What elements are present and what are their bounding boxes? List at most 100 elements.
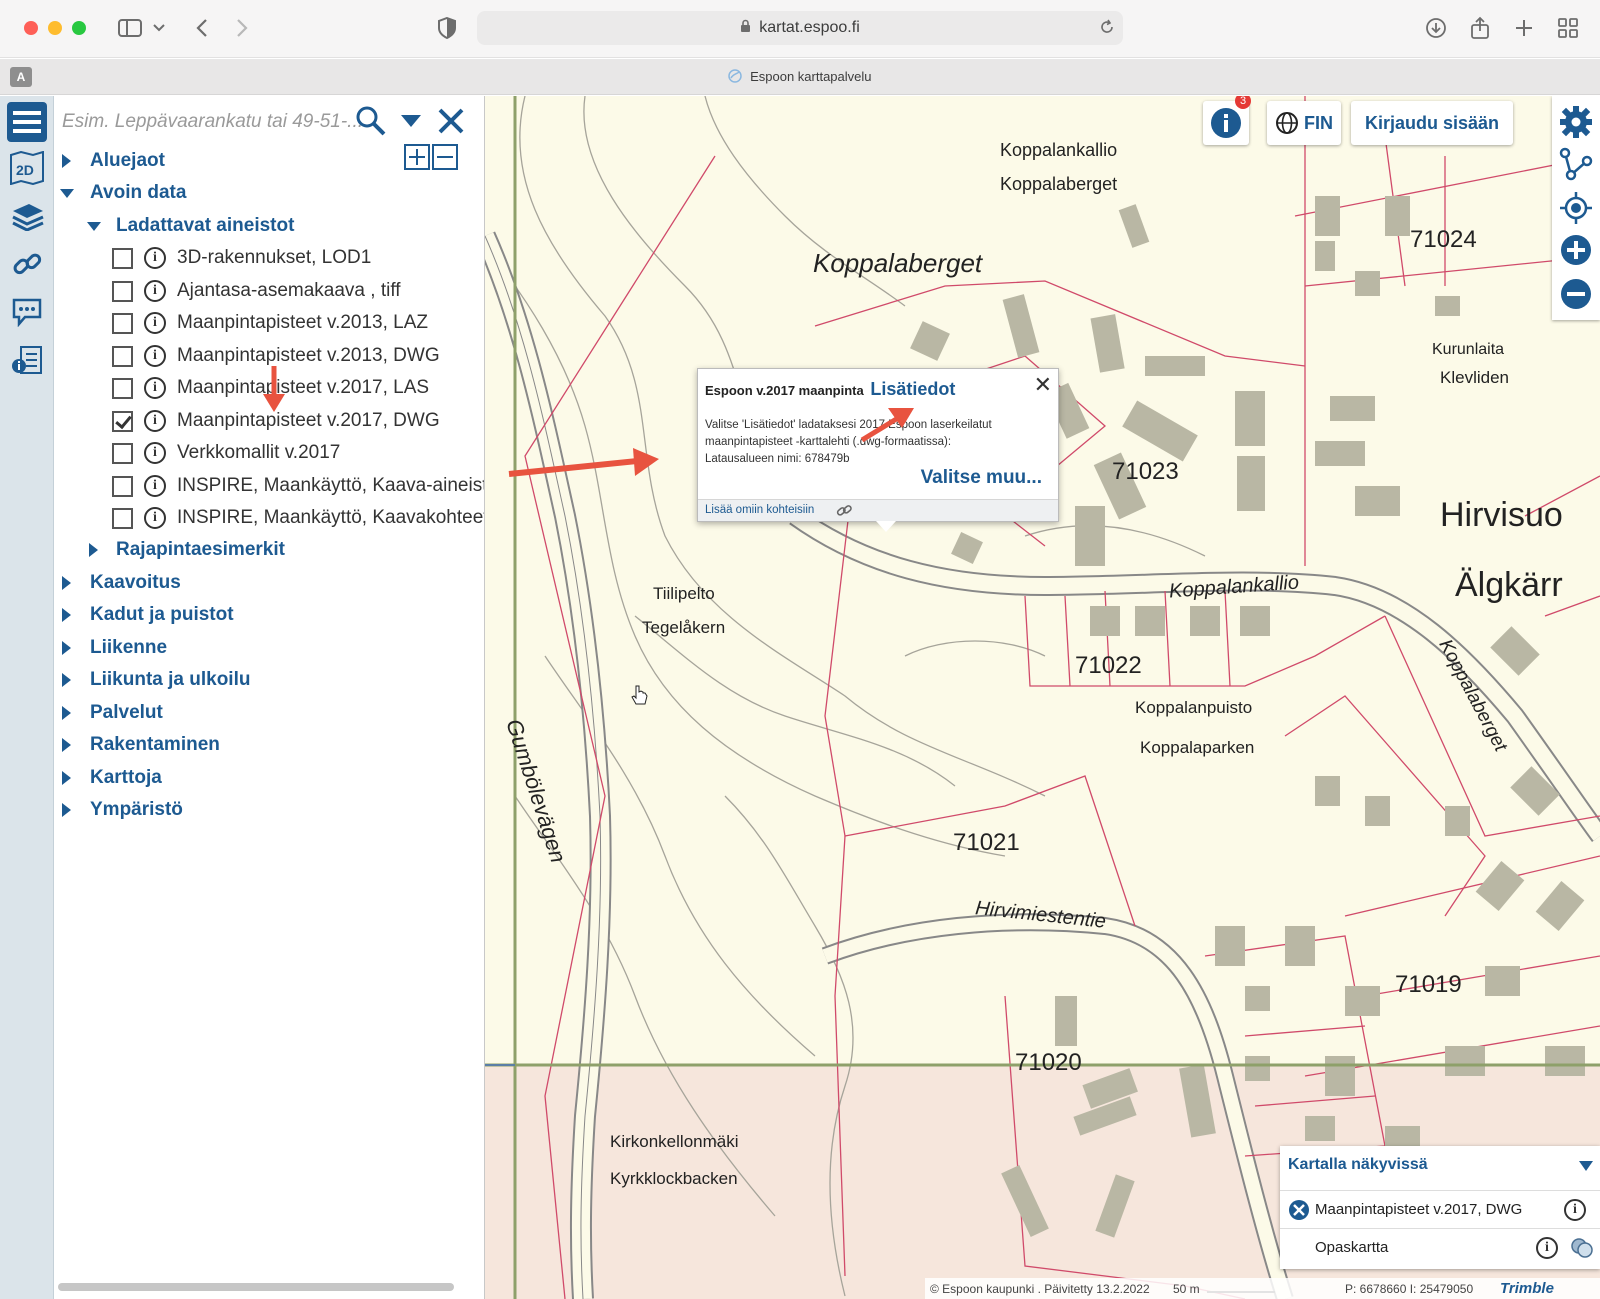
map-base-drawing [485,96,1600,1299]
annotation-arrow [860,408,914,443]
info-icon[interactable]: i [144,345,166,367]
layer-checkbox-checked[interactable] [112,410,133,432]
tab-overview-icon[interactable] [1556,14,1580,42]
info-icon[interactable]: i [144,410,166,432]
map-label: 71022 [1075,652,1142,679]
login-button[interactable]: Kirjaudu sisään [1351,101,1513,145]
visible-layer-label: Opaskartta [1315,1239,1389,1256]
coordinates-text: P: 6678660 I: 25479050 [1345,1282,1474,1296]
close-icon[interactable] [434,104,468,138]
layer-checkbox[interactable] [112,312,133,334]
legend-info-icon[interactable] [7,340,47,380]
chevron-down-icon[interactable] [150,14,168,42]
active-tab[interactable]: Espoon karttapalvelu [0,69,1600,86]
group-kadut-ja-puistot[interactable]: Kadut ja puistot [62,599,234,631]
more-info-link[interactable]: Lisätiedot [870,379,955,399]
search-input[interactable] [62,106,362,138]
layers-icon[interactable] [7,196,47,236]
layer-row[interactable]: i INSPIRE, Maankäyttö, Kaavakohteet [112,502,484,534]
info-button[interactable]: 3 [1203,96,1251,145]
share-icon[interactable] [1468,14,1492,42]
shield-icon[interactable] [436,14,458,42]
scale-text: 50 m [1173,1282,1200,1296]
subgroup-ladattavat-aineistot[interactable]: Ladattavat aineistot [87,210,294,242]
layer-checkbox[interactable] [112,377,133,399]
zoom-out-icon[interactable] [1558,276,1594,312]
forward-icon[interactable] [232,14,252,42]
info-icon[interactable]: i [144,312,166,334]
feedback-icon[interactable] [7,292,47,332]
caret-down-icon [60,188,74,198]
collapse-all-icon[interactable] [432,144,458,170]
layer-checkbox[interactable] [112,280,133,302]
map-label: Kurunlaita [1432,341,1505,358]
info-icon[interactable]: i [144,442,166,464]
caret-right-icon [62,706,71,720]
layer-checkbox[interactable] [112,247,133,269]
group-rakentaminen[interactable]: Rakentaminen [62,729,220,761]
group-label: Aluejaot [90,150,165,171]
download-icon[interactable] [1424,14,1448,42]
layer-checkbox[interactable] [112,345,133,367]
group-liikunta-ja-ulkoilu[interactable]: Liikunta ja ulkoilu [62,664,250,696]
group-avoin-data[interactable]: Avoin data [60,177,186,209]
back-icon[interactable] [192,14,212,42]
horizontal-scrollbar[interactable] [58,1283,454,1291]
add-to-favorites-link[interactable]: Lisää omiin kohteisiin [705,504,814,516]
link-icon[interactable] [7,244,47,284]
remove-layer-icon[interactable] [1288,1199,1310,1221]
link-icon[interactable] [836,504,852,518]
info-icon[interactable]: i [1564,1198,1586,1221]
address-bar[interactable]: kartat.espoo.fi [477,11,1123,45]
info-icon[interactable]: i [144,475,166,497]
menu-icon[interactable] [7,102,47,142]
layer-row[interactable]: i Maanpintapisteet v.2013, LAZ [112,307,428,339]
close-window-button[interactable] [24,21,38,35]
sidebar-toggle-icon[interactable] [116,14,144,42]
caret-right-icon [89,543,98,557]
layer-row[interactable]: i INSPIRE, Maankäyttö, Kaava-aineistot [112,470,484,502]
layer-checkbox[interactable] [112,475,133,497]
group-ymparisto[interactable]: Ympäristö [62,794,183,826]
reload-icon[interactable] [1099,19,1115,40]
opacity-icon[interactable] [1570,1237,1594,1259]
layer-row[interactable]: i Ajantasa-asemakaava , tiff [112,275,401,307]
info-icon[interactable]: i [144,247,166,269]
caret-right-icon [62,608,71,622]
layer-row[interactable]: i Verkkomallit v.2017 [112,437,340,469]
close-icon[interactable]: ✕ [1034,373,1052,398]
locate-icon[interactable] [1558,190,1594,226]
group-aluejaot[interactable]: Aluejaot [62,145,165,177]
annotation-arrow [263,366,285,412]
zoom-window-button[interactable] [72,21,86,35]
caret-right-icon [62,576,71,590]
language-button[interactable]: FIN [1267,101,1341,145]
minimize-window-button[interactable] [48,21,62,35]
visible-layer-row: Maanpintapisteet v.2017, DWG i [1280,1190,1600,1228]
expand-all-icon[interactable] [404,144,430,170]
measure-icon[interactable] [1558,146,1594,182]
group-karttoja[interactable]: Karttoja [62,762,162,794]
2d-view-icon[interactable]: 2D [7,148,47,188]
layer-checkbox[interactable] [112,507,133,529]
layer-label: 3D-rakennukset, LOD1 [177,247,372,268]
search-options-chevron-icon[interactable] [396,106,426,136]
subgroup-rajapintaesimerkit[interactable]: Rajapintaesimerkit [89,534,285,566]
group-palvelut[interactable]: Palvelut [62,697,163,729]
layer-checkbox[interactable] [112,442,133,464]
gear-icon[interactable] [1558,104,1594,140]
group-kaavoitus[interactable]: Kaavoitus [62,567,181,599]
group-liikenne[interactable]: Liikenne [62,632,167,664]
caret-right-icon [62,673,71,687]
info-icon[interactable]: i [144,280,166,302]
info-icon[interactable]: i [144,507,166,529]
new-tab-icon[interactable] [1512,14,1536,42]
choose-other-link[interactable]: Valitse muu... [921,467,1042,489]
map-canvas[interactable]: Koppalankallio Koppalaberget Koppalaberg… [485,96,1600,1299]
search-icon[interactable] [354,104,388,138]
chevron-down-icon[interactable] [1578,1160,1594,1172]
layer-row[interactable]: i 3D-rakennukset, LOD1 [112,242,371,274]
zoom-in-icon[interactable] [1558,232,1594,268]
info-icon[interactable]: i [1536,1236,1558,1259]
info-icon[interactable]: i [144,377,166,399]
